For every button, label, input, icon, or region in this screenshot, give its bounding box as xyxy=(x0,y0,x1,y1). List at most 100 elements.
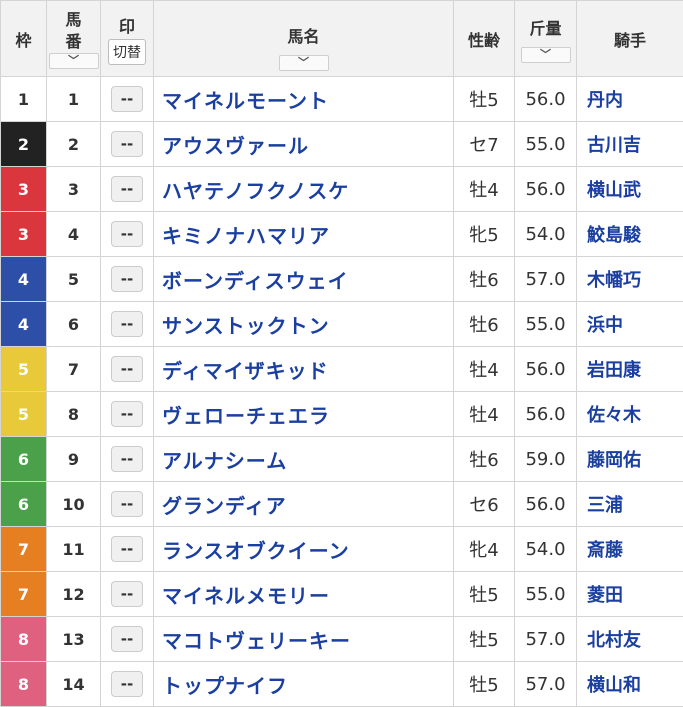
horse-name-link[interactable]: ランスオブクイーン xyxy=(154,527,454,572)
sex-age-cell: 牡4 xyxy=(454,167,515,212)
mark-cell: -- xyxy=(101,662,154,707)
waku-cell: 6 xyxy=(1,482,47,527)
table-row: 57--ディマイザキッド牡456.0岩田康 xyxy=(1,347,683,392)
horse-name-link[interactable]: ハヤテノフクノスケ xyxy=(154,167,454,212)
table-row: 11--マイネルモーント牡556.0丹内 xyxy=(1,77,683,122)
waku-cell: 1 xyxy=(1,77,47,122)
umaban-cell: 5 xyxy=(47,257,101,302)
jockey-link[interactable]: 鮫島駿 xyxy=(577,212,683,257)
jockey-header: 騎手 xyxy=(577,1,683,77)
jockey-link[interactable]: 丹内 xyxy=(577,77,683,122)
sex-age-cell: 牡5 xyxy=(454,662,515,707)
chevron-down-icon[interactable]: ﹀ xyxy=(279,55,329,71)
mark-cell: -- xyxy=(101,572,154,617)
mark-header: 印 切替 xyxy=(101,1,154,77)
umaban-header[interactable]: 馬番 ﹀ xyxy=(47,1,101,77)
horse-name-link[interactable]: グランディア xyxy=(154,482,454,527)
table-row: 610--グランディアセ656.0三浦 xyxy=(1,482,683,527)
mark-cell: -- xyxy=(101,482,154,527)
weight-cell: 56.0 xyxy=(515,167,577,212)
mark-button[interactable]: -- xyxy=(111,131,143,157)
mark-button[interactable]: -- xyxy=(111,311,143,337)
sex-age-cell: セ6 xyxy=(454,482,515,527)
umaban-cell: 6 xyxy=(47,302,101,347)
horse-name-link[interactable]: マイネルモーント xyxy=(154,77,454,122)
waku-header: 枠 xyxy=(1,1,47,77)
mark-button[interactable]: -- xyxy=(111,176,143,202)
horse-name-link[interactable]: サンストックトン xyxy=(154,302,454,347)
umaban-cell: 2 xyxy=(47,122,101,167)
waku-cell: 2 xyxy=(1,122,47,167)
waku-cell: 3 xyxy=(1,167,47,212)
weight-cell: 54.0 xyxy=(515,527,577,572)
jockey-link[interactable]: 藤岡佑 xyxy=(577,437,683,482)
horse-name-link[interactable]: マイネルメモリー xyxy=(154,572,454,617)
mark-button[interactable]: -- xyxy=(111,536,143,562)
mark-toggle-button[interactable]: 切替 xyxy=(108,39,146,65)
mark-button[interactable]: -- xyxy=(111,221,143,247)
umaban-cell: 14 xyxy=(47,662,101,707)
waku-cell: 8 xyxy=(1,662,47,707)
horse-name-link[interactable]: ヴェローチェエラ xyxy=(154,392,454,437)
umaban-cell: 8 xyxy=(47,392,101,437)
jockey-link[interactable]: 横山武 xyxy=(577,167,683,212)
waku-cell: 7 xyxy=(1,572,47,617)
umaban-cell: 12 xyxy=(47,572,101,617)
jockey-link[interactable]: 岩田康 xyxy=(577,347,683,392)
jockey-link[interactable]: 斎藤 xyxy=(577,527,683,572)
mark-cell: -- xyxy=(101,77,154,122)
horse-name-link[interactable]: アウスヴァール xyxy=(154,122,454,167)
chevron-down-icon[interactable]: ﹀ xyxy=(49,53,99,69)
jockey-link[interactable]: 北村友 xyxy=(577,617,683,662)
weight-cell: 55.0 xyxy=(515,302,577,347)
table-row: 33--ハヤテノフクノスケ牡456.0横山武 xyxy=(1,167,683,212)
table-row: 813--マコトヴェリーキー牡557.0北村友 xyxy=(1,617,683,662)
waku-cell: 4 xyxy=(1,257,47,302)
jockey-link[interactable]: 横山和 xyxy=(577,662,683,707)
jockey-link[interactable]: 三浦 xyxy=(577,482,683,527)
sex-age-cell: 牡6 xyxy=(454,257,515,302)
mark-button[interactable]: -- xyxy=(111,626,143,652)
horse-name-link[interactable]: キミノナハマリア xyxy=(154,212,454,257)
horse-name-link[interactable]: ディマイザキッド xyxy=(154,347,454,392)
jockey-link[interactable]: 菱田 xyxy=(577,572,683,617)
mark-button[interactable]: -- xyxy=(111,266,143,292)
mark-cell: -- xyxy=(101,302,154,347)
waku-cell: 6 xyxy=(1,437,47,482)
weight-header[interactable]: 斤量 ﹀ xyxy=(515,1,577,77)
sex-age-cell: 牡4 xyxy=(454,392,515,437)
sex-age-cell: 牡5 xyxy=(454,77,515,122)
header-row: 枠 馬番 ﹀ 印 切替 馬名 ﹀ 性齢 斤量 ﹀ 騎手 xyxy=(1,1,683,77)
weight-cell: 56.0 xyxy=(515,77,577,122)
mark-cell: -- xyxy=(101,437,154,482)
mark-button[interactable]: -- xyxy=(111,446,143,472)
jockey-link[interactable]: 佐々木 xyxy=(577,392,683,437)
jockey-link[interactable]: 古川吉 xyxy=(577,122,683,167)
mark-cell: -- xyxy=(101,347,154,392)
weight-cell: 56.0 xyxy=(515,392,577,437)
name-header[interactable]: 馬名 ﹀ xyxy=(154,1,454,77)
horse-name-link[interactable]: ボーンディスウェイ xyxy=(154,257,454,302)
mark-button[interactable]: -- xyxy=(111,581,143,607)
horse-name-link[interactable]: トップナイフ xyxy=(154,662,454,707)
mark-button[interactable]: -- xyxy=(111,86,143,112)
jockey-link[interactable]: 木幡巧 xyxy=(577,257,683,302)
mark-button[interactable]: -- xyxy=(111,671,143,697)
mark-button[interactable]: -- xyxy=(111,356,143,382)
sex-age-cell: 牝4 xyxy=(454,527,515,572)
weight-cell: 57.0 xyxy=(515,662,577,707)
chevron-down-icon[interactable]: ﹀ xyxy=(521,47,571,63)
waku-cell: 3 xyxy=(1,212,47,257)
jockey-link[interactable]: 浜中 xyxy=(577,302,683,347)
table-row: 45--ボーンディスウェイ牡657.0木幡巧 xyxy=(1,257,683,302)
mark-cell: -- xyxy=(101,392,154,437)
table-row: 58--ヴェローチェエラ牡456.0佐々木 xyxy=(1,392,683,437)
waku-cell: 7 xyxy=(1,527,47,572)
mark-cell: -- xyxy=(101,122,154,167)
mark-button[interactable]: -- xyxy=(111,401,143,427)
waku-cell: 4 xyxy=(1,302,47,347)
mark-button[interactable]: -- xyxy=(111,491,143,517)
horse-name-link[interactable]: アルナシーム xyxy=(154,437,454,482)
sex-age-cell: 牡5 xyxy=(454,572,515,617)
horse-name-link[interactable]: マコトヴェリーキー xyxy=(154,617,454,662)
